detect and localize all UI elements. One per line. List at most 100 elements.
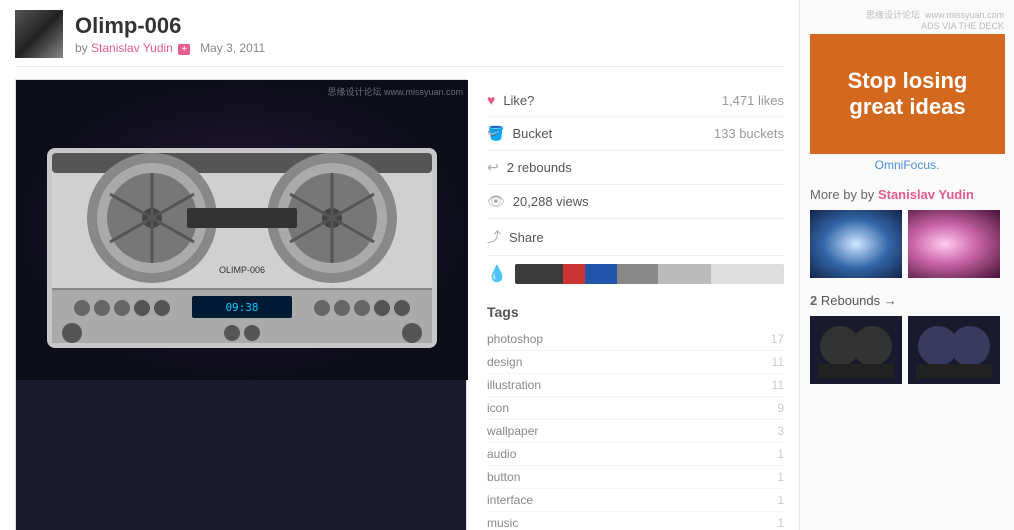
rebounds-row: ↩ 2 rebounds bbox=[487, 151, 784, 185]
like-action: ♥ Like? bbox=[487, 92, 534, 108]
tag-row: icon 9 bbox=[487, 397, 784, 420]
bucket-count: 133 buckets bbox=[714, 126, 784, 141]
tag-row: design 11 bbox=[487, 351, 784, 374]
tag-row: wallpaper 3 bbox=[487, 420, 784, 443]
share-action: ⤴ Share bbox=[487, 227, 544, 247]
views-action: 👁 20,288 views bbox=[487, 193, 589, 210]
tag-link[interactable]: music bbox=[487, 516, 518, 530]
main-column: Olimp-006 by Stanislav Yudin + May 3, 20… bbox=[0, 0, 799, 530]
tag-row: interface 1 bbox=[487, 489, 784, 512]
bucket-button[interactable]: Bucket bbox=[512, 126, 552, 141]
tag-row: photoshop 17 bbox=[487, 328, 784, 351]
tag-count: 9 bbox=[777, 401, 784, 415]
tag-row: button 1 bbox=[487, 466, 784, 489]
tag-link[interactable]: design bbox=[487, 355, 522, 369]
more-thumbnails bbox=[810, 210, 1004, 278]
tag-link[interactable]: wallpaper bbox=[487, 424, 538, 438]
content-area: 09:38 bbox=[15, 79, 784, 530]
bucket-action: 🪣 Bucket bbox=[487, 125, 552, 142]
tag-link[interactable]: audio bbox=[487, 447, 516, 461]
more-thumb-2[interactable] bbox=[908, 210, 1000, 278]
views-row: 👁 20,288 views bbox=[487, 185, 784, 219]
tag-link[interactable]: interface bbox=[487, 493, 533, 507]
tag-count: 17 bbox=[771, 332, 784, 346]
views-icon: 👁 bbox=[487, 193, 505, 210]
swatch-1 bbox=[515, 264, 563, 284]
shot-date: May 3, 2011 bbox=[200, 41, 265, 55]
shot-image[interactable]: 09:38 bbox=[16, 80, 468, 380]
tag-count: 1 bbox=[777, 470, 784, 484]
watermark: 思缘设计论坛 www.missyuan.com bbox=[327, 85, 463, 98]
like-row: ♥ Like? 1,471 likes bbox=[487, 84, 784, 117]
ad-block: 思缘设计论坛 www.missyuan.comADS VIA THE DECK … bbox=[810, 8, 1004, 172]
shot-icon bbox=[15, 10, 63, 58]
share-button[interactable]: Share bbox=[509, 230, 544, 245]
rebound-thumb-1[interactable] bbox=[810, 316, 902, 384]
rebounds-icon: ↩ bbox=[487, 159, 499, 176]
tags-title: Tags bbox=[487, 304, 784, 320]
tag-count: 1 bbox=[777, 493, 784, 507]
swatch-2 bbox=[563, 264, 585, 284]
swatch-3 bbox=[585, 264, 617, 284]
rebound-thumbnails bbox=[810, 316, 1004, 384]
rebounds-count: 2 bbox=[810, 293, 817, 308]
rebound-thumb-2[interactable] bbox=[908, 316, 1000, 384]
tag-link[interactable]: illustration bbox=[487, 378, 541, 392]
ad-header: 思缘设计论坛 www.missyuan.comADS VIA THE DECK bbox=[810, 8, 1004, 31]
svg-text:OLIMP-006: OLIMP-006 bbox=[219, 265, 265, 275]
heart-icon: ♥ bbox=[487, 92, 495, 108]
tag-link[interactable]: button bbox=[487, 470, 520, 484]
tag-count: 11 bbox=[772, 378, 784, 392]
rebounds-action: ↩ 2 rebounds bbox=[487, 159, 572, 176]
rebounds-section: 2 Rebounds → bbox=[810, 293, 1004, 384]
recorder-svg: 09:38 bbox=[32, 88, 452, 373]
like-button[interactable]: Like? bbox=[503, 93, 534, 108]
rebound-svg-1 bbox=[810, 316, 902, 384]
ad-image[interactable]: Stop losing great ideas bbox=[810, 34, 1005, 154]
more-thumb-1[interactable] bbox=[810, 210, 902, 278]
color-swatch-bar bbox=[515, 264, 784, 284]
shot-image-container: 09:38 bbox=[15, 79, 467, 530]
tag-row: audio 1 bbox=[487, 443, 784, 466]
tags-section: Tags photoshop17design11illustration11ic… bbox=[487, 304, 784, 530]
views-count: 20,288 views bbox=[513, 194, 589, 209]
sidebar: 思缘设计论坛 www.missyuan.comADS VIA THE DECK … bbox=[799, 0, 1014, 530]
drop-icon: 💧 bbox=[487, 264, 507, 284]
bucket-icon: 🪣 bbox=[487, 125, 504, 142]
tag-row: music 1 bbox=[487, 512, 784, 530]
share-icon: ⤴ bbox=[487, 227, 501, 247]
tag-row: illustration 11 bbox=[487, 374, 784, 397]
more-by-author[interactable]: Stanislav Yudin bbox=[878, 187, 974, 202]
swatch-4 bbox=[617, 264, 657, 284]
shot-header: Olimp-006 by Stanislav Yudin + May 3, 20… bbox=[15, 10, 784, 67]
tag-count: 3 bbox=[777, 424, 784, 438]
like-count: 1,471 likes bbox=[722, 93, 784, 108]
rebounds-title: 2 Rebounds → bbox=[810, 293, 1004, 308]
swatch-6 bbox=[711, 264, 784, 284]
tags-container: photoshop17design11illustration11icon9wa… bbox=[487, 328, 784, 530]
shot-meta: by Stanislav Yudin + May 3, 2011 bbox=[75, 41, 784, 55]
rebound-svg-2 bbox=[908, 316, 1000, 384]
rebounds-link[interactable]: 2 rebounds bbox=[507, 160, 572, 175]
rebounds-label-link[interactable]: Rebounds → bbox=[821, 293, 897, 308]
ad-link[interactable]: OmniFocus. bbox=[810, 158, 1004, 172]
plus-badge: + bbox=[178, 44, 190, 55]
more-by-section: More by by Stanislav Yudin bbox=[810, 187, 1004, 278]
page-wrapper: Olimp-006 by Stanislav Yudin + May 3, 20… bbox=[0, 0, 1014, 530]
shot-title: Olimp-006 bbox=[75, 13, 784, 39]
tag-link[interactable]: icon bbox=[487, 401, 509, 415]
bucket-row: 🪣 Bucket 133 buckets bbox=[487, 117, 784, 151]
share-row: ⤴ Share bbox=[487, 219, 784, 256]
shot-actions: ♥ Like? 1,471 likes 🪣 Bucket 133 buckets bbox=[487, 79, 784, 530]
svg-text:09:38: 09:38 bbox=[225, 301, 258, 314]
more-by-title: More by by Stanislav Yudin bbox=[810, 187, 1004, 202]
color-palette-row: 💧 bbox=[487, 256, 784, 292]
shot-title-block: Olimp-006 by Stanislav Yudin + May 3, 20… bbox=[75, 13, 784, 55]
author-link[interactable]: Stanislav Yudin bbox=[91, 41, 173, 55]
swatch-5 bbox=[658, 264, 712, 284]
ad-text: Stop losing great ideas bbox=[810, 58, 1005, 131]
tag-count: 11 bbox=[772, 355, 784, 369]
tag-count: 1 bbox=[777, 447, 784, 461]
tag-link[interactable]: photoshop bbox=[487, 332, 543, 346]
tag-count: 1 bbox=[777, 516, 784, 530]
